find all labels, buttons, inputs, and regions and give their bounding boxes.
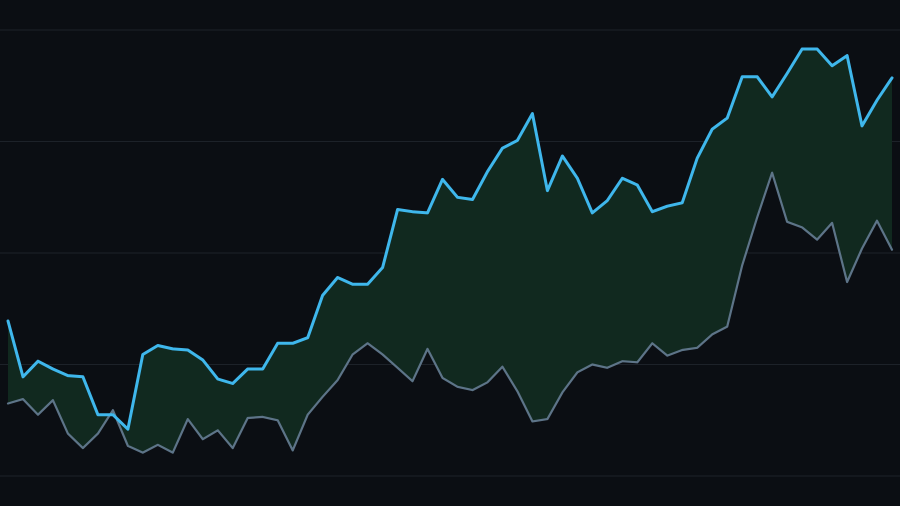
chart-area <box>0 0 900 506</box>
area-chart <box>0 29 900 477</box>
band-fill <box>8 49 892 453</box>
band-fill-layer <box>8 49 892 453</box>
